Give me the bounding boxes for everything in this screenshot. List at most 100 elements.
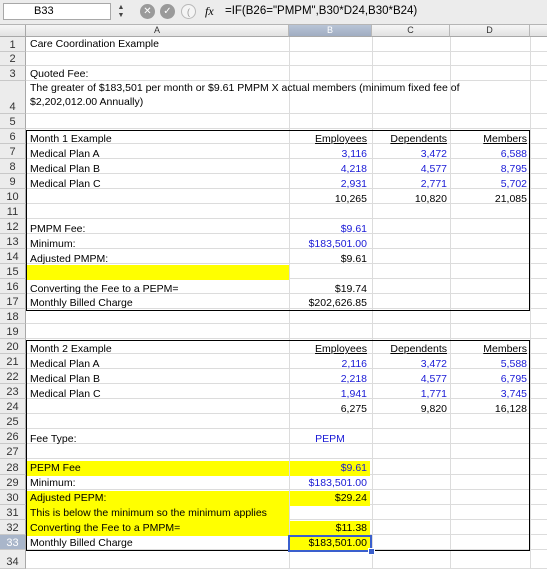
m1-total-members[interactable]: 21,085 (450, 193, 530, 206)
row-header-19[interactable]: 19 (0, 324, 26, 339)
row-header-27[interactable]: 27 (0, 444, 26, 459)
cell-a28[interactable]: PEPM Fee (27, 461, 289, 476)
column-header-b[interactable]: B (289, 25, 372, 37)
cell-b28[interactable]: $9.61 (290, 461, 370, 476)
m2-total-members[interactable]: 16,128 (450, 403, 530, 416)
m2-row-employees[interactable]: 2,218 (290, 373, 370, 386)
column-header-c[interactable]: C (372, 25, 450, 37)
m2-total-employees[interactable]: 6,275 (290, 403, 370, 416)
cell-b16[interactable]: $19.74 (290, 283, 370, 296)
cell-a33[interactable]: Monthly Billed Charge (27, 537, 136, 550)
m2-total-dependents[interactable]: 9,820 (372, 403, 450, 416)
cell-a30[interactable]: Adjusted PEPM: (27, 491, 289, 506)
row-header-28[interactable]: 28 (0, 459, 26, 475)
m1-row-members[interactable]: 6,588 (450, 148, 530, 161)
m2-header-members[interactable]: Members (450, 343, 530, 356)
fill-handle[interactable] (368, 548, 375, 555)
confirm-icon[interactable]: ✓ (160, 4, 175, 19)
row-header-6[interactable]: 6 (0, 129, 26, 144)
row-header-18[interactable]: 18 (0, 309, 26, 324)
row-header-23[interactable]: 23 (0, 384, 26, 399)
m1-row-label[interactable]: Medical Plan C (27, 178, 104, 191)
row-header-32[interactable]: 32 (0, 520, 26, 535)
cell-a14[interactable]: Adjusted PMPM: (27, 253, 111, 266)
cell-a29[interactable]: Minimum: (27, 477, 79, 490)
row-header-31[interactable]: 31 (0, 505, 26, 520)
m2-row-employees[interactable]: 2,116 (290, 358, 370, 371)
cell-a17[interactable]: Monthly Billed Charge (27, 297, 136, 310)
cell-a12[interactable]: PMPM Fee: (27, 223, 88, 236)
insert-function-icon[interactable]: ( (181, 4, 196, 19)
m2-row-employees[interactable]: 1,941 (290, 388, 370, 401)
cell-b29[interactable]: $183,501.00 (290, 477, 370, 490)
m2-row-label[interactable]: Medical Plan B (27, 373, 103, 386)
select-all-corner[interactable] (0, 25, 26, 37)
cell-b17[interactable]: $202,626.85 (290, 297, 370, 310)
cell-b26[interactable]: PEPM (290, 433, 370, 446)
name-box-stepper-icon[interactable]: ▲ ▼ (116, 4, 126, 20)
row-header-2[interactable]: 2 (0, 52, 26, 66)
row-header-33[interactable]: 33 (0, 535, 26, 550)
column-header-d[interactable]: D (450, 25, 530, 37)
m2-title[interactable]: Month 2 Example (27, 343, 115, 356)
cell-a31[interactable]: This is below the minimum so the minimum… (27, 506, 289, 521)
m1-row-members[interactable]: 8,795 (450, 163, 530, 176)
m1-title[interactable]: Month 1 Example (27, 133, 115, 146)
m2-row-dependents[interactable]: 4,577 (372, 373, 450, 386)
m1-row-employees[interactable]: 4,218 (290, 163, 370, 176)
cell-a1[interactable]: Care Coordination Example (27, 38, 162, 51)
row-header-12[interactable]: 12 (0, 219, 26, 234)
row-header-24[interactable]: 24 (0, 399, 26, 414)
m2-row-label[interactable]: Medical Plan C (27, 388, 104, 401)
cell-a3-line1[interactable]: Quoted Fee: (27, 68, 91, 81)
row-header-15[interactable]: 15 (0, 264, 26, 279)
m2-row-members[interactable]: 3,745 (450, 388, 530, 401)
row-header-20[interactable]: 20 (0, 339, 26, 354)
row-header-30[interactable]: 30 (0, 490, 26, 505)
row-header-17[interactable]: 17 (0, 294, 26, 309)
row-header-1[interactable]: 1 (0, 37, 26, 52)
m2-row-dependents[interactable]: 1,771 (372, 388, 450, 401)
m1-row-dependents[interactable]: 3,472 (372, 148, 450, 161)
m1-row-employees[interactable]: 3,116 (290, 148, 370, 161)
cell-a32[interactable]: Converting the Fee to a PMPM= (27, 521, 289, 536)
row-header-11[interactable]: 11 (0, 204, 26, 219)
m2-row-label[interactable]: Medical Plan A (27, 358, 102, 371)
m1-row-dependents[interactable]: 2,771 (372, 178, 450, 191)
cell-a16[interactable]: Converting the Fee to a PEPM= (27, 283, 182, 296)
row-header-22[interactable]: 22 (0, 369, 26, 384)
m2-row-members[interactable]: 5,588 (450, 358, 530, 371)
row-header-14[interactable]: 14 (0, 249, 26, 264)
m1-row-employees[interactable]: 2,931 (290, 178, 370, 191)
m1-header-dependents[interactable]: Dependents (372, 133, 450, 146)
formula-input[interactable]: =IF(B26="PMPM",B30*D24,B30*B24) (225, 4, 417, 19)
m2-header-dependents[interactable]: Dependents (372, 343, 450, 356)
row-header-7[interactable]: 7 (0, 144, 26, 159)
row-header-5[interactable]: 5 (0, 114, 26, 129)
m1-row-label[interactable]: Medical Plan A (27, 148, 102, 161)
row-header-8[interactable]: 8 (0, 159, 26, 174)
m1-row-label[interactable]: Medical Plan B (27, 163, 103, 176)
row-header-3[interactable]: 3 (0, 66, 26, 81)
row-header-34[interactable]: 34 (0, 550, 26, 569)
column-header-a[interactable]: A (26, 25, 289, 37)
cell-b13[interactable]: $183,501.00 (290, 238, 370, 251)
cancel-icon[interactable]: ✕ (140, 4, 155, 19)
m1-row-members[interactable]: 5,702 (450, 178, 530, 191)
row-header-25[interactable]: 25 (0, 414, 26, 429)
cell-b30[interactable]: $29.24 (290, 491, 370, 506)
row-header-26[interactable]: 26 (0, 429, 26, 444)
cell-a26[interactable]: Fee Type: (27, 433, 80, 446)
m2-header-employees[interactable]: Employees (290, 343, 370, 356)
cell-b14[interactable]: $9.61 (290, 253, 370, 266)
cell-b12[interactable]: $9.61 (290, 223, 370, 236)
cell-b32[interactable]: $11.38 (290, 521, 370, 536)
row-header-9[interactable]: 9 (0, 174, 26, 189)
name-box[interactable]: B33 (3, 3, 111, 20)
row-header-21[interactable]: 21 (0, 354, 26, 369)
row-header-10[interactable]: 10 (0, 189, 26, 204)
active-cell-selection[interactable] (288, 535, 372, 552)
m1-header-employees[interactable]: Employees (290, 133, 370, 146)
m2-row-members[interactable]: 6,795 (450, 373, 530, 386)
row-header-29[interactable]: 29 (0, 475, 26, 490)
